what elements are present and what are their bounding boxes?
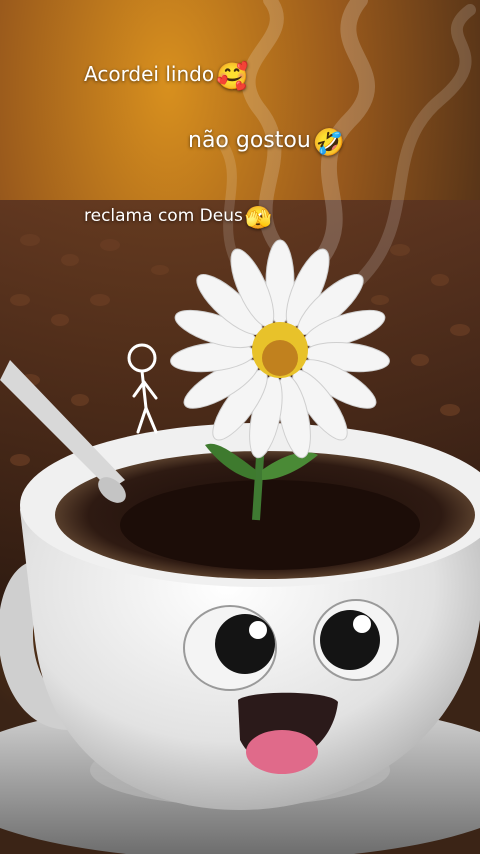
photo-stage: Acordei lindo🥰 não gostou🤣 reclama com D… [0,0,480,854]
smiling-hearts-emoji-icon: 🥰 [216,62,249,92]
caption-line-2: não gostou🤣 [188,128,345,158]
caption-text-2: não gostou [188,128,311,153]
caption-text-1: Acordei lindo [84,62,215,86]
rolling-laughing-emoji-icon: 🤣 [312,128,346,158]
caption-line-3: reclama com Deus🫣 [84,206,272,231]
caption-line-1: Acordei lindo🥰 [84,62,248,92]
tongue [246,730,318,774]
caption-text-3: reclama com Deus [84,206,243,226]
peeking-face-emoji-icon: 🫣 [244,206,273,231]
